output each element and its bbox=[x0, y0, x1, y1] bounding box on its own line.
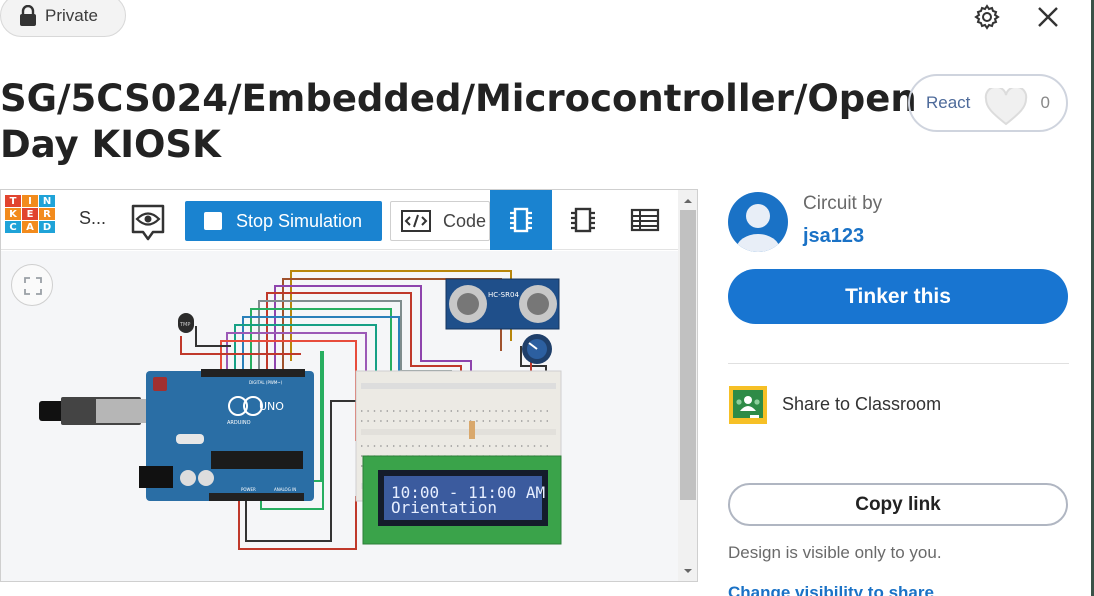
ultrasonic-sensor: HC-SR04 bbox=[445, 278, 560, 330]
stop-simulation-label: Stop Simulation bbox=[236, 210, 363, 231]
tinker-this-button[interactable]: Tinker this bbox=[728, 269, 1068, 324]
visibility-label: Private bbox=[45, 5, 98, 25]
circuit-by-caption: Circuit by bbox=[803, 193, 883, 214]
sensor-label: HC-SR04 bbox=[488, 291, 519, 299]
change-visibility-link[interactable]: Change visibility to share bbox=[728, 583, 934, 596]
logo-letter: A bbox=[22, 221, 38, 233]
view-button[interactable] bbox=[129, 202, 167, 247]
visibility-badge[interactable]: Private bbox=[0, 0, 126, 37]
copy-link-button[interactable]: Copy link bbox=[728, 483, 1068, 526]
potentiometer bbox=[522, 334, 552, 364]
tinkercad-logo: T I N K E R C A D bbox=[5, 195, 55, 246]
component-list-button[interactable] bbox=[630, 206, 660, 239]
visibility-note: Design is visible only to you. bbox=[728, 543, 942, 562]
heart-icon bbox=[984, 88, 1028, 126]
analog-pins-label: ANALOG IN bbox=[274, 487, 296, 492]
gear-icon bbox=[974, 4, 1000, 30]
lock-icon bbox=[20, 4, 36, 26]
page-title: SG/5CS024/Embedded/Microcontroller/Open … bbox=[0, 77, 917, 166]
logo-letter: D bbox=[39, 221, 55, 233]
chip-icon bbox=[510, 207, 532, 233]
avatar[interactable] bbox=[728, 192, 788, 252]
arduino-brand: ARDUINO bbox=[227, 420, 251, 426]
author-link[interactable]: jsa123 bbox=[803, 225, 864, 248]
close-button[interactable] bbox=[1033, 2, 1063, 32]
google-classroom-icon bbox=[729, 386, 767, 424]
user-icon bbox=[736, 204, 780, 252]
tmp-sensor: TMP bbox=[178, 313, 194, 333]
scroll-thumb[interactable] bbox=[680, 210, 696, 500]
lcd-line-2: Orientation bbox=[391, 498, 497, 517]
logo-letter: E bbox=[22, 208, 38, 220]
stop-icon bbox=[204, 212, 222, 230]
logo-letter: C bbox=[5, 221, 21, 233]
schematic-button[interactable] bbox=[569, 206, 597, 239]
power-pins-label: POWER bbox=[241, 487, 256, 492]
logo-letter: R bbox=[39, 208, 55, 220]
logo-letter: T bbox=[5, 195, 21, 207]
divider bbox=[728, 363, 1069, 364]
arduino-model: UNO bbox=[259, 400, 284, 413]
simulator-embed[interactable]: T I N K E R C A D S... Stop Simulation C… bbox=[0, 189, 698, 582]
canvas-scrollbar[interactable] bbox=[678, 190, 697, 581]
logo-letter: K bbox=[5, 208, 21, 220]
code-icon bbox=[401, 210, 431, 232]
code-label: Code bbox=[443, 210, 487, 231]
logo-letter: N bbox=[39, 195, 55, 207]
arduino-board: UNO ARDUINO DIGITAL (PWM~) POWER ANALOG … bbox=[39, 369, 314, 501]
eye-icon bbox=[131, 204, 165, 241]
share-classroom-button[interactable] bbox=[728, 385, 768, 430]
project-name[interactable]: S... bbox=[79, 208, 106, 229]
share-classroom-label[interactable]: Share to Classroom bbox=[782, 394, 941, 415]
simulator-toolbar: T I N K E R C A D S... Stop Simulation C… bbox=[1, 190, 678, 250]
logo-letter: I bbox=[22, 195, 38, 207]
scroll-up-icon bbox=[684, 199, 692, 203]
schematic-icon bbox=[571, 207, 595, 233]
digital-pins-label: DIGITAL (PWM~) bbox=[249, 380, 283, 385]
lcd-display: 10:00 - 11:00 AM Orientation bbox=[362, 455, 562, 545]
code-button[interactable]: Code bbox=[390, 201, 490, 241]
react-label: React bbox=[926, 93, 971, 112]
circuit-canvas[interactable]: TMP HC-SR04 UNO ARDUINO DIGITAL (PWM~) P… bbox=[1, 251, 678, 581]
circuit-diagram: TMP HC-SR04 UNO ARDUINO DIGITAL (PWM~) P… bbox=[39, 270, 562, 550]
stop-simulation-button[interactable]: Stop Simulation bbox=[185, 201, 382, 241]
tmp-label: TMP bbox=[179, 322, 190, 328]
settings-button[interactable] bbox=[972, 2, 1002, 32]
react-count: 0 bbox=[1040, 93, 1050, 112]
components-tab[interactable] bbox=[490, 190, 552, 250]
list-icon bbox=[630, 208, 660, 232]
scroll-down-icon bbox=[684, 569, 692, 573]
close-icon bbox=[1038, 7, 1058, 27]
react-button[interactable]: React 0 bbox=[908, 74, 1068, 132]
